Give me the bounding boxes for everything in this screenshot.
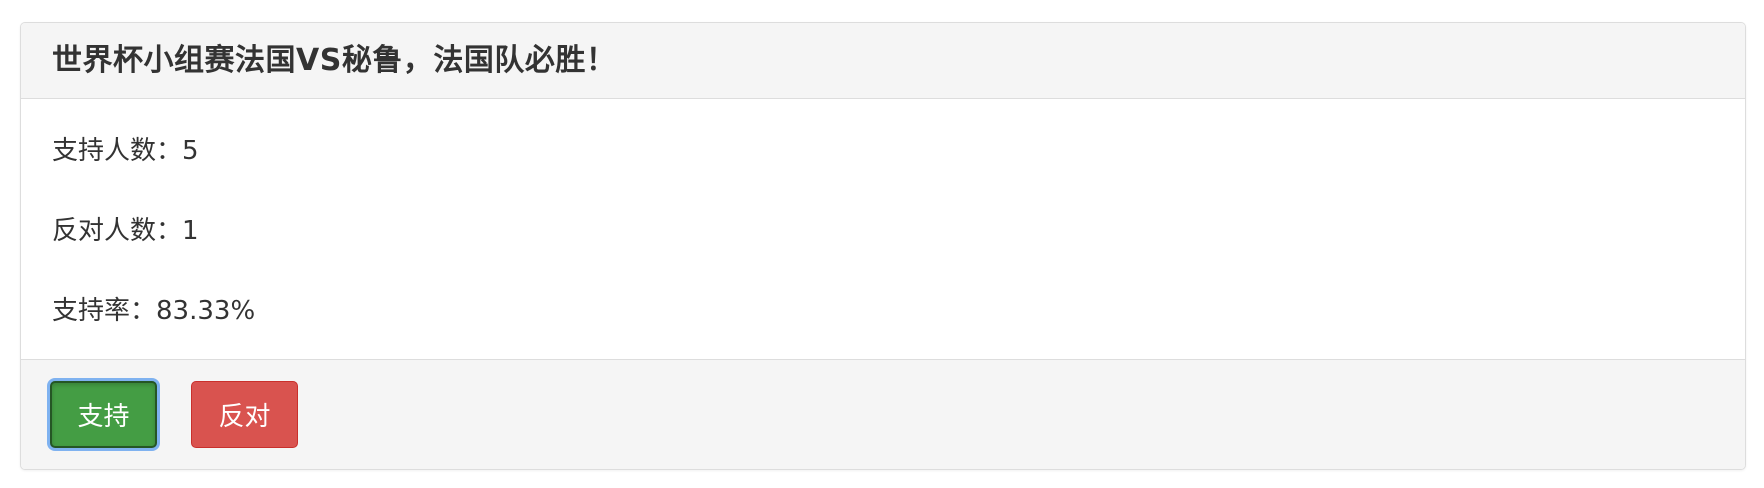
oppose-button[interactable]: 反对 <box>191 381 298 448</box>
vote-panel: 世界杯小组赛法国VS秘鲁，法国队必胜！ 支持人数：5 反对人数：1 支持率：83… <box>20 22 1746 470</box>
panel-footer: 支持 反对 <box>21 359 1745 469</box>
oppose-count-value: 1 <box>182 216 199 246</box>
oppose-count-line: 反对人数：1 <box>52 216 1745 296</box>
panel-title: 世界杯小组赛法国VS秘鲁，法国队必胜！ <box>52 42 617 78</box>
oppose-count-label: 反对人数： <box>52 216 183 246</box>
support-rate-value: 83.33% <box>156 296 256 326</box>
support-count-label: 支持人数： <box>52 136 183 166</box>
support-count-value: 5 <box>182 136 199 166</box>
panel-heading: 世界杯小组赛法国VS秘鲁，法国队必胜！ <box>21 23 1745 99</box>
support-count-line: 支持人数：5 <box>52 136 1745 216</box>
support-button[interactable]: 支持 <box>50 381 157 448</box>
panel-body: 支持人数：5 反对人数：1 支持率：83.33% <box>21 99 1745 360</box>
support-rate-label: 支持率： <box>52 296 157 326</box>
